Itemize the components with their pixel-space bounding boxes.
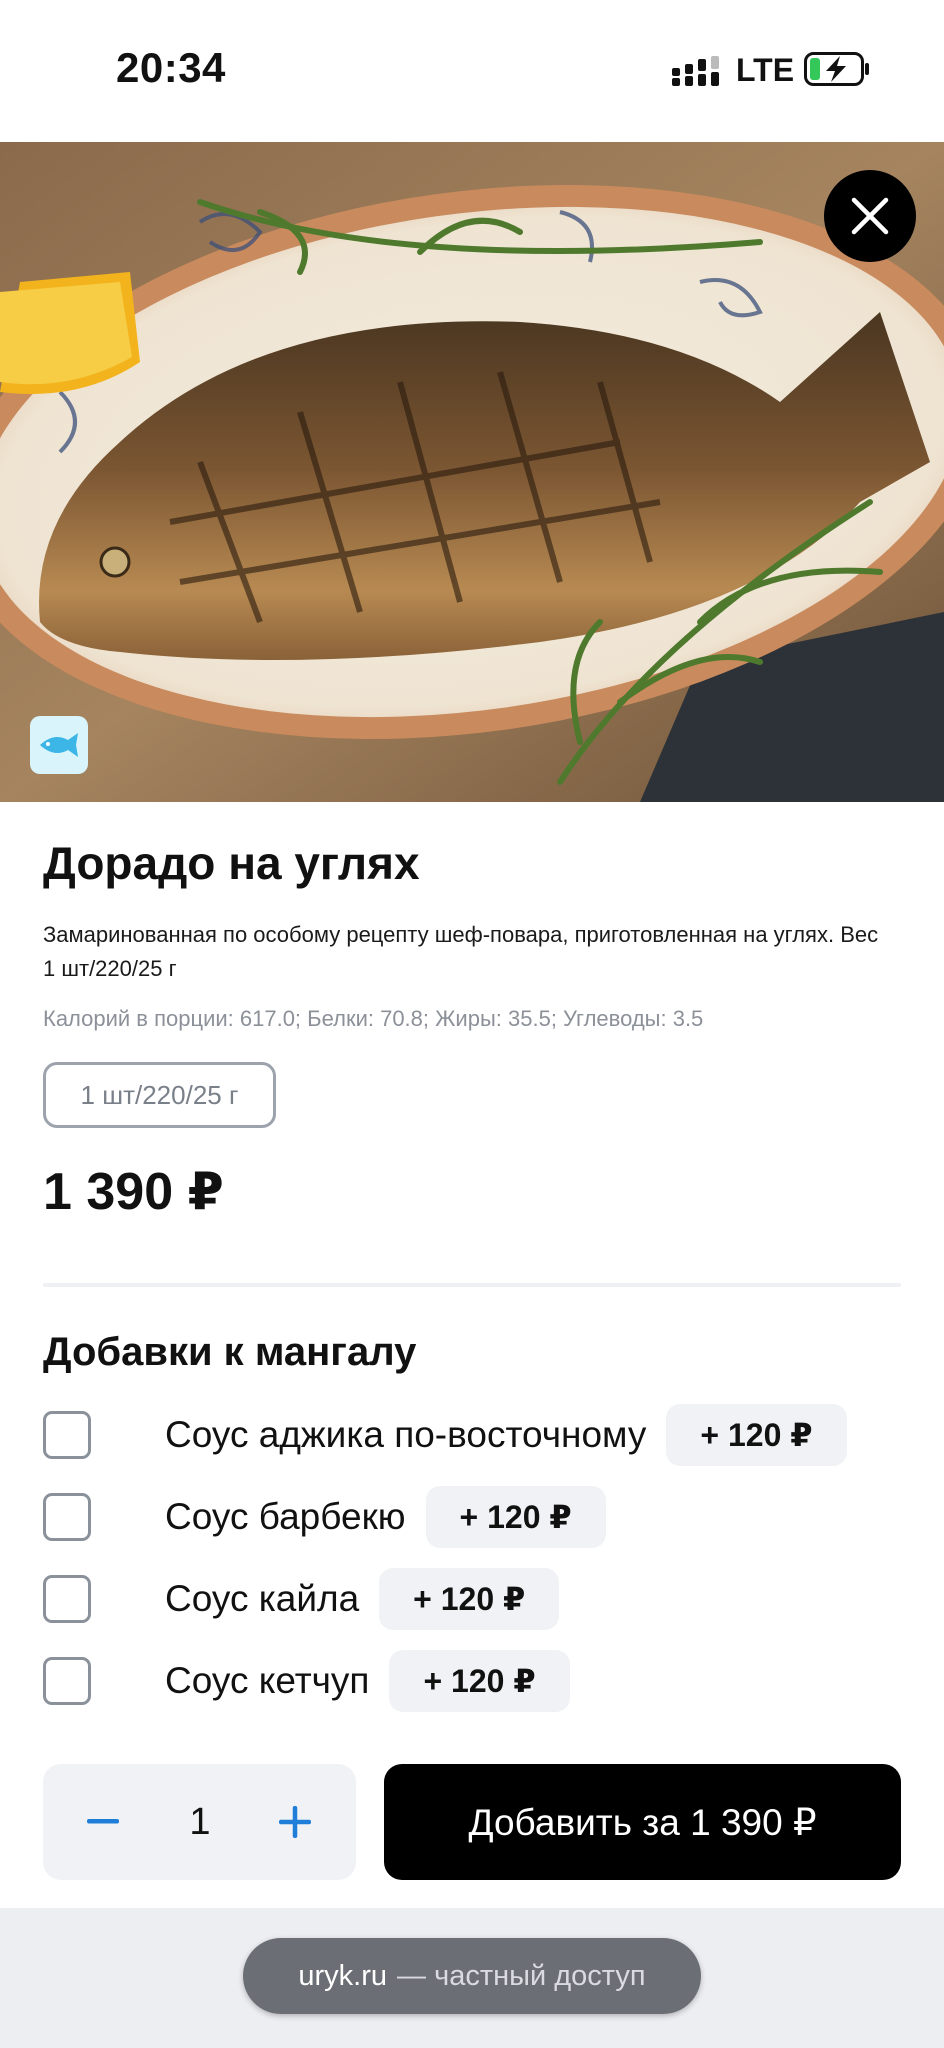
product-price: 1 390 ₽: [43, 1163, 224, 1221]
addon-row[interactable]: Соус барбекю + 120 ₽: [43, 1486, 606, 1548]
addon-label: Соус барбекю: [165, 1496, 406, 1537]
domain-text: uryk.ru: [298, 1959, 388, 1992]
access-note: — частный доступ: [397, 1959, 646, 1992]
product-description: Замаринованная по особому рецепту шеф-по…: [43, 922, 879, 981]
addon-label: Соус аджика по-восточному: [165, 1414, 647, 1455]
fish-badge: [30, 716, 88, 774]
minus-icon: [87, 1819, 119, 1824]
addon-price: + 120 ₽: [425, 1486, 606, 1548]
grilled-fish-photo: [0, 142, 944, 802]
cellular-signal-icon: [672, 56, 719, 86]
addon-label: Соус кетчуп: [165, 1660, 370, 1701]
quantity-value: 1: [189, 1800, 211, 1843]
divider: [43, 1283, 901, 1287]
addon-checkbox[interactable]: [43, 1411, 91, 1459]
status-bar: 20:34 LTE: [0, 0, 944, 142]
increase-button[interactable]: [265, 1792, 325, 1852]
product-title: Дорадо на углях: [43, 837, 420, 889]
quantity-stepper: 1: [43, 1764, 356, 1880]
address-bar-pill[interactable]: uryk.ru — частный доступ: [243, 1938, 701, 2014]
portion-option[interactable]: 1 шт/220/25 г: [43, 1062, 276, 1128]
addon-row[interactable]: Соус кайла + 120 ₽: [43, 1568, 560, 1630]
fish-icon: [40, 733, 78, 757]
addon-price: + 120 ₽: [379, 1568, 560, 1630]
nutrition-info: Калорий в порции: 617.0; Белки: 70.8; Жи…: [43, 1006, 704, 1031]
addon-checkbox[interactable]: [43, 1575, 91, 1623]
add-to-cart-button[interactable]: Добавить за 1 390 ₽: [384, 1764, 901, 1880]
plus-icon: [279, 1806, 311, 1838]
addon-row[interactable]: Соус аджика по-восточному + 120 ₽: [43, 1404, 847, 1466]
decrease-button[interactable]: [73, 1792, 133, 1852]
addons-title: Добавки к мангалу: [43, 1330, 417, 1374]
close-button[interactable]: [824, 170, 916, 262]
addon-checkbox[interactable]: [43, 1657, 91, 1705]
addon-price: + 120 ₽: [389, 1650, 570, 1712]
network-type: LTE: [736, 52, 795, 88]
status-time: 20:34: [116, 44, 226, 91]
addon-row[interactable]: Соус кетчуп + 120 ₽: [43, 1650, 570, 1712]
addon-label: Соус кайла: [165, 1578, 360, 1619]
addon-checkbox[interactable]: [43, 1493, 91, 1541]
product-image: [0, 142, 944, 802]
battery-charging-icon: [804, 52, 869, 86]
close-icon: [851, 197, 889, 235]
addon-price: + 120 ₽: [666, 1404, 847, 1466]
